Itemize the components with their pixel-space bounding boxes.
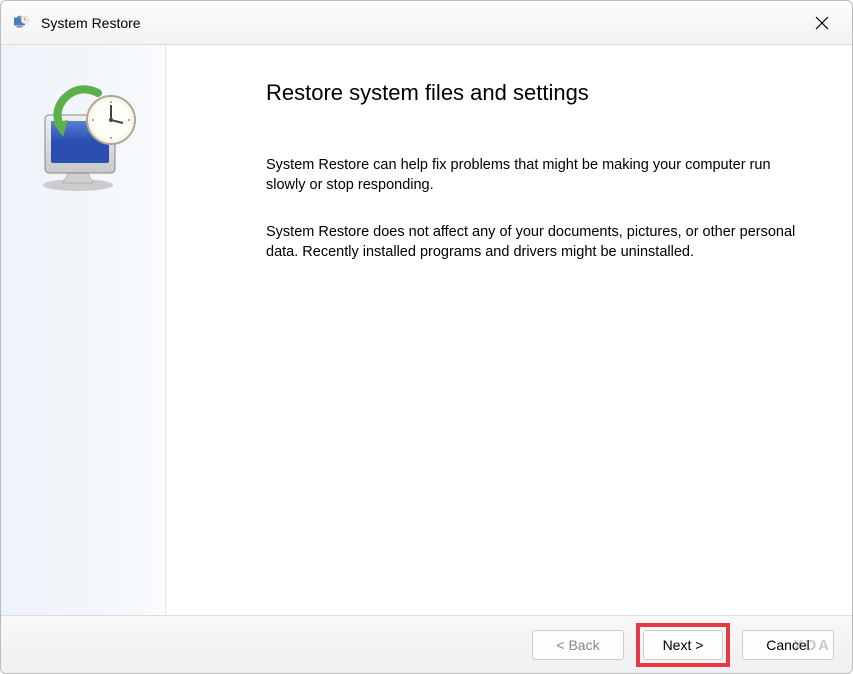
content-area: Restore system files and settings System… — [1, 45, 852, 615]
titlebar: System Restore — [1, 1, 852, 45]
intro-paragraph-1: System Restore can help fix problems tha… — [266, 156, 796, 195]
window-title: System Restore — [41, 15, 802, 31]
next-button[interactable]: Next > — [643, 630, 723, 660]
page-heading: Restore system files and settings — [266, 80, 812, 106]
back-button[interactable]: < Back — [532, 630, 624, 660]
main-content: Restore system files and settings System… — [166, 45, 852, 615]
intro-paragraph-2: System Restore does not affect any of yo… — [266, 223, 796, 262]
close-button[interactable] — [802, 8, 842, 38]
restore-monitor-clock-icon — [23, 75, 143, 195]
next-button-highlight: Next > — [636, 623, 730, 667]
system-restore-icon — [11, 13, 31, 33]
wizard-sidebar — [1, 45, 166, 615]
wizard-button-bar: < Back Next > Cancel — [1, 615, 852, 673]
cancel-button[interactable]: Cancel — [742, 630, 834, 660]
system-restore-window: System Restore — [0, 0, 853, 674]
